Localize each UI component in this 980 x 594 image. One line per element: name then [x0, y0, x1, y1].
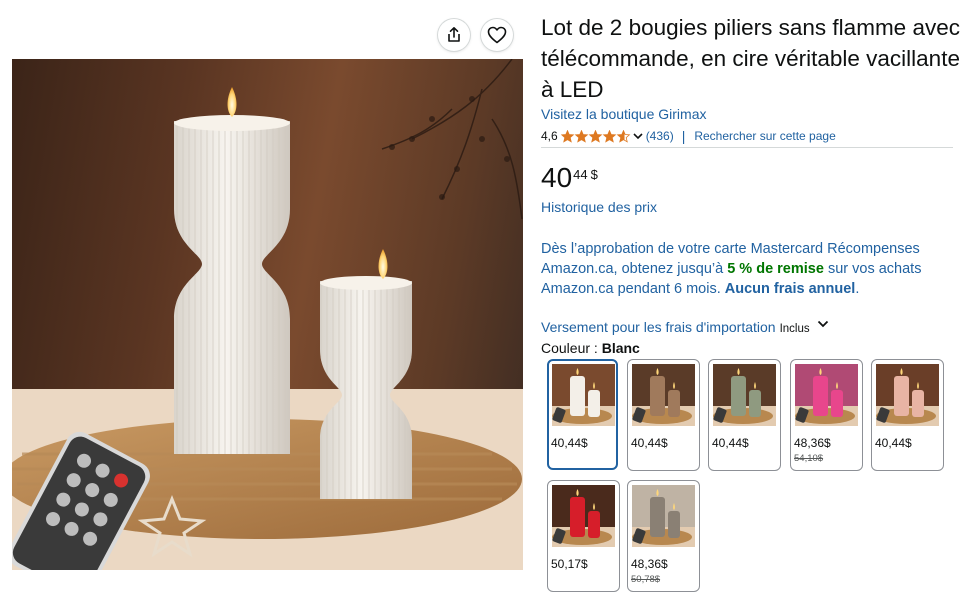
swatch-thumbnail — [632, 364, 695, 426]
swatch-price: 48,36$ — [794, 436, 831, 450]
swatch-thumbnail — [795, 364, 858, 426]
import-fees-link[interactable]: Versement pour les frais d'importation — [541, 319, 776, 335]
color-label: Couleur : Blanc — [541, 340, 640, 356]
import-fees-row: Versement pour les frais d'importation I… — [541, 319, 830, 335]
rating-count-link[interactable]: (436) — [646, 129, 674, 143]
swatch-price: 40,44$ — [712, 436, 749, 450]
color-swatch[interactable]: 40,44$ — [547, 359, 618, 470]
rating-value: 4,6 — [541, 129, 558, 143]
divider-line — [541, 147, 953, 148]
swatch-thumbnail — [632, 485, 695, 547]
swatch-price: 50,17$ — [551, 557, 588, 571]
swatch-price: 40,44$ — [631, 436, 668, 450]
color-swatch[interactable]: 48,36$ 54,10$ — [790, 359, 863, 471]
price-fraction: 44 — [573, 167, 588, 182]
store-link[interactable]: Visitez la boutique Girimax — [541, 106, 706, 122]
mastercard-promo[interactable]: Dès l’approbation de votre carte Masterc… — [541, 239, 946, 299]
promo-text-3: . — [855, 281, 860, 297]
swatch-old-price: 54,10$ — [794, 453, 824, 464]
swatch-thumbnail — [713, 364, 776, 426]
color-swatch[interactable]: 48,36$ 50,78$ — [627, 480, 700, 592]
color-swatch[interactable]: 40,44$ — [708, 359, 781, 471]
price-currency: $ — [590, 167, 598, 182]
swatch-thumbnail — [552, 485, 615, 547]
product-title: Lot de 2 bougies piliers sans flamme ave… — [541, 15, 960, 102]
favorite-button[interactable] — [481, 19, 513, 51]
product-main-image[interactable] — [12, 59, 523, 570]
swatch-thumbnail — [876, 364, 939, 426]
price: 40 44 $ — [541, 162, 598, 194]
rating-stars[interactable] — [560, 129, 644, 143]
share-button[interactable] — [438, 19, 470, 51]
star-rating-icon — [560, 129, 631, 143]
swatch-price: 48,36$ — [631, 557, 668, 571]
promo-no-fee: Aucun frais annuel — [724, 281, 856, 297]
chevron-down-icon[interactable] — [816, 317, 830, 331]
price-whole: 40 — [541, 162, 573, 193]
color-label-text: Couleur : — [541, 340, 598, 356]
share-icon — [448, 27, 460, 42]
color-swatch[interactable]: 40,44$ — [627, 359, 700, 471]
divider: | — [681, 128, 686, 144]
swatch-thumbnail — [552, 364, 615, 426]
swatch-price: 40,44$ — [875, 436, 912, 450]
color-swatch[interactable]: 50,17$ — [547, 480, 620, 592]
color-swatch[interactable]: 40,44$ — [871, 359, 944, 471]
color-selected-value: Blanc — [601, 340, 640, 356]
price-history-link[interactable]: Historique des prix — [541, 199, 657, 215]
import-fees-included: Inclus — [779, 323, 810, 335]
chevron-down-icon — [633, 132, 643, 139]
swatch-price: 40,44$ — [551, 436, 588, 450]
promo-discount: 5 % de remise — [727, 261, 824, 277]
heart-icon — [487, 26, 507, 44]
search-page-link[interactable]: Rechercher sur cette page — [694, 129, 835, 143]
swatch-old-price: 50,78$ — [631, 574, 661, 585]
rating-row: 4,6 (436) | Rechercher sur cette page — [541, 128, 836, 144]
